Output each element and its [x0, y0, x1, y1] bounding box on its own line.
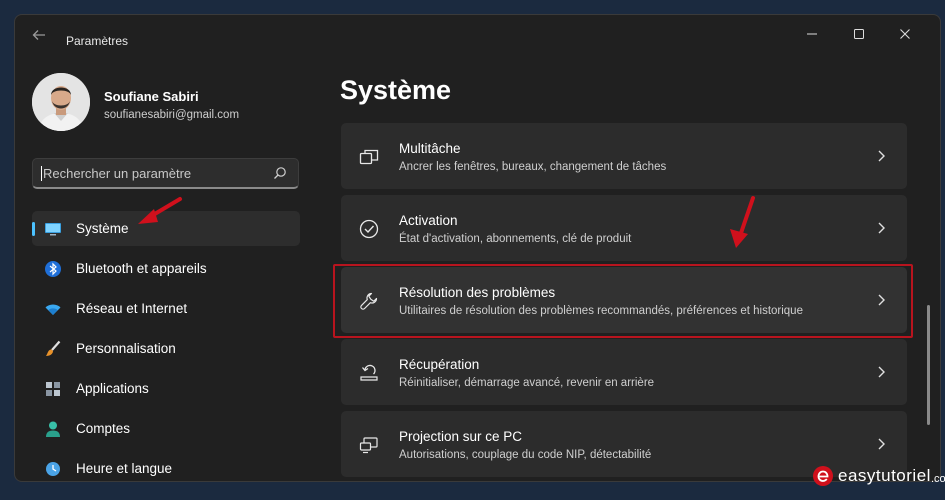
chevron-right-icon [878, 150, 885, 162]
card-recuperation[interactable]: Récupération Réinitialiser, démarrage av… [341, 339, 907, 405]
sidebar-item-comptes[interactable]: Comptes [32, 411, 300, 446]
sidebar-item-label: Réseau et Internet [76, 301, 188, 316]
chevron-right-icon [878, 438, 885, 450]
card-title: Multitâche [399, 141, 461, 156]
card-subtitle: Ancrer les fenêtres, bureaux, changement… [399, 161, 667, 173]
maximize-button[interactable] [839, 23, 879, 45]
search-box[interactable] [32, 158, 299, 189]
card-subtitle: Autorisations, couplage du code NIP, dét… [399, 449, 652, 461]
card-activation[interactable]: Activation État d'activation, abonnement… [341, 195, 907, 261]
card-title: Activation [399, 213, 458, 228]
sidebar-item-personnalisation[interactable]: Personnalisation [32, 331, 300, 366]
scrollbar[interactable] [927, 305, 930, 425]
wifi-icon [45, 304, 61, 315]
sidebar-item-label: Personnalisation [76, 341, 176, 356]
profile-email: soufianesabiri@gmail.com [104, 109, 240, 121]
watermark: easytutoriel .com [812, 464, 945, 488]
multitask-icon [359, 149, 379, 165]
chevron-right-icon [878, 222, 885, 234]
apps-icon [46, 382, 60, 396]
watermark-suffix: .com [930, 473, 945, 485]
card-subtitle: Réinitialiser, démarrage avancé, revenir… [399, 377, 655, 389]
profile-name: Soufiane Sabiri [104, 89, 199, 104]
search-input[interactable] [43, 159, 263, 187]
annotation-arrow-icon [730, 196, 755, 248]
sidebar-item-label: Applications [76, 381, 149, 396]
text-caret [41, 166, 42, 181]
title-bar: Paramètres [15, 15, 940, 55]
card-subtitle: État d'activation, abonnements, clé de p… [399, 233, 632, 245]
annotation-arrow-icon [138, 197, 182, 224]
user-photo-icon [32, 73, 90, 131]
sidebar-item-applications[interactable]: Applications [32, 371, 300, 406]
selection-indicator [32, 222, 35, 236]
page-title: Système [340, 75, 452, 105]
avatar[interactable] [32, 73, 90, 131]
card-title: Récupération [399, 357, 480, 372]
sidebar-item-label: Heure et langue [76, 461, 173, 476]
back-arrow-icon [32, 30, 45, 40]
clock-globe-icon [46, 462, 60, 476]
sidebar-nav: Système Bluetooth et appareils Réseau et… [32, 211, 300, 481]
bluetooth-icon [45, 261, 61, 277]
maximize-icon [854, 29, 864, 39]
sidebar-item-heure-langue[interactable]: Heure et langue [32, 451, 300, 481]
easytutoriel-logo-icon [813, 466, 833, 486]
monitor-icon [45, 223, 61, 236]
sidebar-item-label: Système [76, 221, 129, 236]
projection-icon [359, 437, 378, 454]
brush-icon [46, 340, 61, 356]
watermark-text: easytutoriel [838, 466, 931, 485]
search-icon[interactable] [273, 166, 287, 180]
sidebar-item-label: Comptes [76, 421, 131, 436]
person-icon [46, 421, 60, 437]
recovery-icon [360, 364, 378, 381]
minimize-icon [807, 33, 817, 35]
minimize-button[interactable] [792, 23, 832, 45]
close-icon [900, 29, 910, 39]
settings-window: Paramètres Soufiane Sabiri soufianesabir… [14, 14, 941, 482]
annotation-highlight-box [333, 264, 913, 338]
sidebar-item-reseau[interactable]: Réseau et Internet [32, 291, 300, 326]
close-button[interactable] [885, 23, 925, 45]
check-circle-icon [359, 219, 379, 239]
card-title: Projection sur ce PC [399, 429, 523, 444]
sidebar-item-label: Bluetooth et appareils [76, 261, 207, 276]
chevron-right-icon [878, 366, 885, 378]
app-title: Paramètres [66, 34, 129, 48]
card-multitache[interactable]: Multitâche Ancrer les fenêtres, bureaux,… [341, 123, 907, 189]
sidebar-item-bluetooth[interactable]: Bluetooth et appareils [32, 251, 300, 286]
back-button[interactable] [31, 27, 49, 45]
